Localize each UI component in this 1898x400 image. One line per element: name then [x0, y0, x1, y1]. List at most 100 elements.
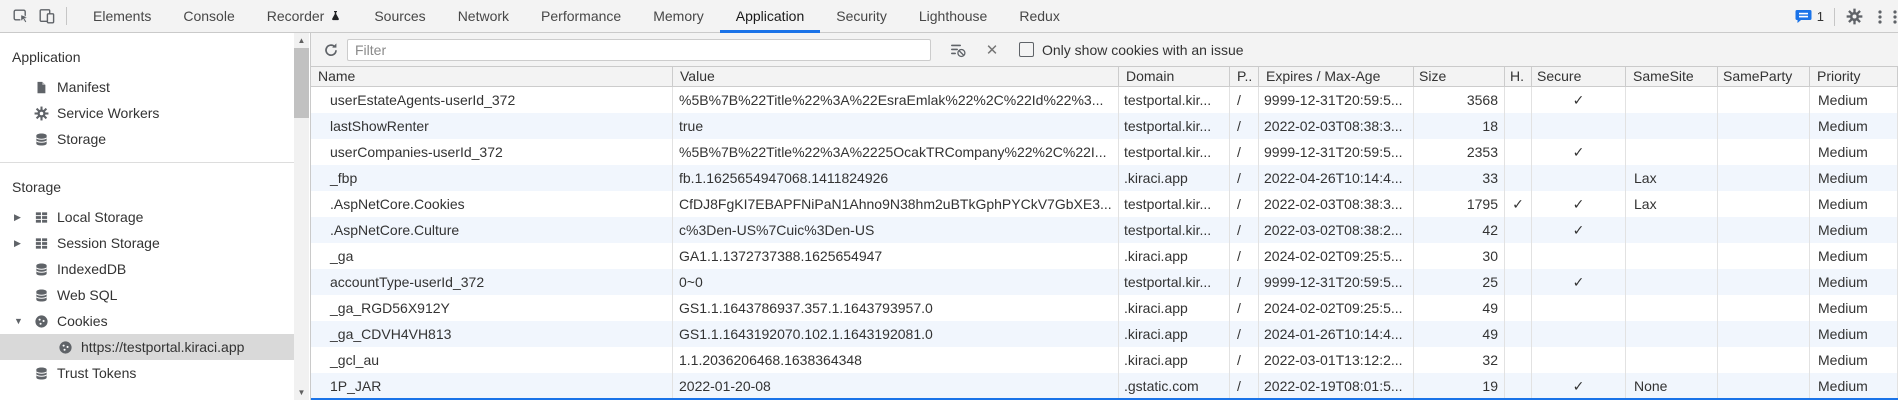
cookie-table-row[interactable]: .AspNetCore.Culture c%3Den-US%7Cuic%3Den…	[311, 217, 1898, 243]
cookie-path-cell[interactable]: /	[1230, 347, 1259, 373]
refresh-button[interactable]	[319, 38, 343, 62]
cookie-size-cell[interactable]: 33	[1414, 165, 1505, 191]
cookie-value-cell[interactable]: true	[673, 113, 1119, 139]
cookie-sameparty-cell[interactable]	[1718, 113, 1810, 139]
cookie-value-cell[interactable]: GS1.1.1643192070.102.1.1643192081.0	[673, 321, 1119, 347]
cookie-sameparty-cell[interactable]	[1718, 347, 1810, 373]
clear-all-cookies-button[interactable]	[947, 39, 969, 61]
cookie-secure-cell[interactable]	[1532, 165, 1626, 191]
tab-redux[interactable]: Redux	[1003, 0, 1075, 33]
cookie-httponly-cell[interactable]	[1505, 373, 1532, 399]
cookie-sameparty-cell[interactable]	[1718, 217, 1810, 243]
cookie-table-row[interactable]: _ga GA1.1.1372737388.1625654947 .kiraci.…	[311, 243, 1898, 269]
cookie-name-cell[interactable]: .AspNetCore.Cookies	[311, 191, 673, 217]
cookie-name-cell[interactable]: _ga_RGD56X912Y	[311, 295, 673, 321]
cookie-domain-cell[interactable]: .kiraci.app	[1119, 321, 1230, 347]
cookie-table-row[interactable]: lastShowRenter true testportal.kir... / …	[311, 113, 1898, 139]
column-header-sameparty[interactable]: SameParty	[1718, 67, 1810, 86]
column-header-priority[interactable]: Priority	[1810, 67, 1898, 86]
cookie-samesite-cell[interactable]	[1626, 139, 1718, 165]
cookie-path-cell[interactable]: /	[1230, 165, 1259, 191]
cookie-httponly-cell[interactable]: ✓	[1505, 191, 1532, 217]
cookie-priority-cell[interactable]: Medium	[1810, 217, 1898, 243]
cookie-httponly-cell[interactable]	[1505, 295, 1532, 321]
cookie-secure-cell[interactable]	[1532, 113, 1626, 139]
cookie-httponly-cell[interactable]	[1505, 113, 1532, 139]
cookie-secure-cell[interactable]	[1532, 295, 1626, 321]
cookie-samesite-cell[interactable]	[1626, 113, 1718, 139]
cookie-name-cell[interactable]: 1P_JAR	[311, 373, 673, 399]
column-header-path[interactable]: P..	[1230, 67, 1259, 86]
cookie-path-cell[interactable]: /	[1230, 139, 1259, 165]
cookie-secure-cell[interactable]: ✓	[1532, 139, 1626, 165]
cookie-samesite-cell[interactable]: None	[1626, 373, 1718, 399]
cookie-priority-cell[interactable]: Medium	[1810, 295, 1898, 321]
cookie-priority-cell[interactable]: Medium	[1810, 243, 1898, 269]
cookie-value-cell[interactable]: %5B%7B%22Title%22%3A%2225OcakTRCompany%2…	[673, 139, 1119, 165]
cookie-secure-cell[interactable]: ✓	[1532, 217, 1626, 243]
cookie-domain-cell[interactable]: .kiraci.app	[1119, 165, 1230, 191]
tab-sources[interactable]: Sources	[358, 0, 441, 33]
cookie-path-cell[interactable]: /	[1230, 113, 1259, 139]
cookie-httponly-cell[interactable]	[1505, 87, 1532, 113]
cookie-path-cell[interactable]: /	[1230, 321, 1259, 347]
chevron-down-icon[interactable]: ▼	[14, 316, 33, 326]
sidebar-item-cookies[interactable]: ▼ Cookies	[0, 308, 295, 334]
settings-button[interactable]	[1841, 4, 1867, 30]
cookie-samesite-cell[interactable]	[1626, 243, 1718, 269]
more-options-button[interactable]	[1867, 4, 1893, 30]
cookie-sameparty-cell[interactable]	[1718, 191, 1810, 217]
cookie-name-cell[interactable]: userCompanies-userId_372	[311, 139, 673, 165]
cookie-sameparty-cell[interactable]	[1718, 165, 1810, 191]
tab-network[interactable]: Network	[442, 0, 525, 33]
column-header-size[interactable]: Size	[1414, 67, 1505, 86]
cookie-table-row[interactable]: _ga_CDVH4VH813 GS1.1.1643192070.102.1.16…	[311, 321, 1898, 347]
cookie-path-cell[interactable]: /	[1230, 269, 1259, 295]
cookie-size-cell[interactable]: 42	[1414, 217, 1505, 243]
cookie-size-cell[interactable]: 1795	[1414, 191, 1505, 217]
cookie-secure-cell[interactable]: ✓	[1532, 87, 1626, 113]
scrollbar-thumb[interactable]	[294, 48, 309, 118]
cookie-secure-cell[interactable]: ✓	[1532, 191, 1626, 217]
cookie-value-cell[interactable]: 2022-01-20-08	[673, 373, 1119, 399]
cookie-httponly-cell[interactable]	[1505, 217, 1532, 243]
cookie-table-row[interactable]: userEstateAgents-userId_372 %5B%7B%22Tit…	[311, 87, 1898, 113]
cookie-path-cell[interactable]: /	[1230, 87, 1259, 113]
cookie-sameparty-cell[interactable]	[1718, 269, 1810, 295]
column-header-samesite[interactable]: SameSite	[1626, 67, 1718, 86]
cookie-samesite-cell[interactable]	[1626, 321, 1718, 347]
tab-performance[interactable]: Performance	[525, 0, 637, 33]
cookie-samesite-cell[interactable]	[1626, 269, 1718, 295]
cookie-table-row[interactable]: .AspNetCore.Cookies CfDJ8FgKI7EBAPFNiPaN…	[311, 191, 1898, 217]
cookie-table-row[interactable]: _ga_RGD56X912Y GS1.1.1643786937.357.1.16…	[311, 295, 1898, 321]
sidebar-scrollbar[interactable]: ▲ ▼	[294, 33, 309, 400]
cookie-secure-cell[interactable]	[1532, 321, 1626, 347]
cookie-size-cell[interactable]: 32	[1414, 347, 1505, 373]
inspect-element-button[interactable]	[8, 3, 34, 29]
cookie-domain-cell[interactable]: .kiraci.app	[1119, 295, 1230, 321]
cookie-size-cell[interactable]: 49	[1414, 321, 1505, 347]
cookie-value-cell[interactable]: GS1.1.1643786937.357.1.1643793957.0	[673, 295, 1119, 321]
tab-console[interactable]: Console	[167, 0, 250, 33]
column-header-domain[interactable]: Domain	[1119, 67, 1230, 86]
cookie-value-cell[interactable]: fb.1.1625654947068.1411824926	[673, 165, 1119, 191]
cookie-table-row[interactable]: accountType-userId_372 0~0 testportal.ki…	[311, 269, 1898, 295]
sidebar-item-session-storage[interactable]: ▶ Session Storage	[0, 230, 295, 256]
cookie-name-cell[interactable]: accountType-userId_372	[311, 269, 673, 295]
cookie-expires-cell[interactable]: 2022-03-01T13:12:2...	[1259, 347, 1414, 373]
chevron-right-icon[interactable]: ▶	[14, 212, 33, 223]
cookie-priority-cell[interactable]: Medium	[1810, 87, 1898, 113]
issues-counter-button[interactable]: 1	[1791, 9, 1828, 24]
cookie-httponly-cell[interactable]	[1505, 139, 1532, 165]
column-header-value[interactable]: Value	[673, 67, 1119, 86]
sidebar-item-local-storage[interactable]: ▶ Local Storage	[0, 204, 295, 230]
cookie-priority-cell[interactable]: Medium	[1810, 373, 1898, 399]
cookie-samesite-cell[interactable]	[1626, 217, 1718, 243]
cookie-name-cell[interactable]: _fbp	[311, 165, 673, 191]
cookie-domain-cell[interactable]: .kiraci.app	[1119, 243, 1230, 269]
cookie-name-cell[interactable]: userEstateAgents-userId_372	[311, 87, 673, 113]
column-header-secure[interactable]: Secure	[1532, 67, 1626, 86]
cookie-priority-cell[interactable]: Medium	[1810, 191, 1898, 217]
cookie-sameparty-cell[interactable]	[1718, 139, 1810, 165]
cookie-path-cell[interactable]: /	[1230, 373, 1259, 399]
